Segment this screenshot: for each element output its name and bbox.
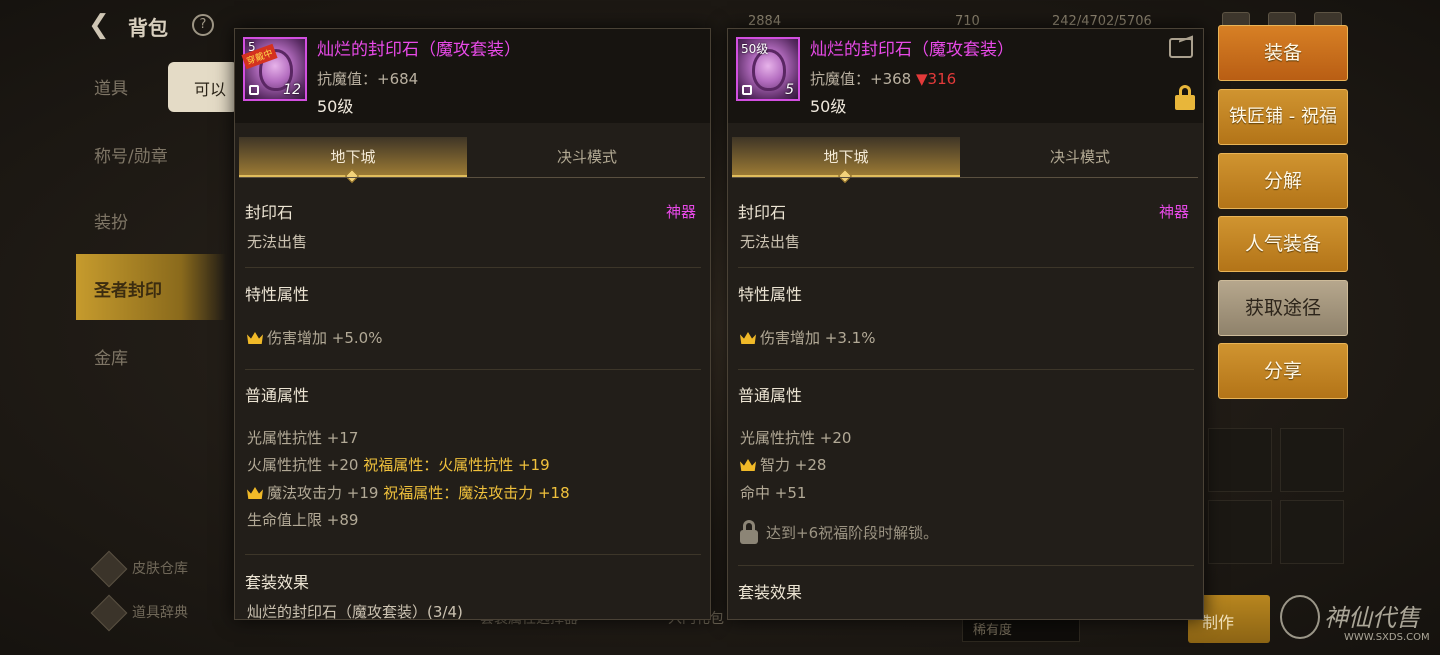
item-name: 灿烂的封印石（魔攻套装） [317, 40, 521, 60]
divider [245, 267, 701, 268]
disassemble-button[interactable]: 分解 [1218, 153, 1348, 209]
side-item-vault[interactable]: 金库 [76, 322, 226, 388]
divider [738, 369, 1194, 370]
share-button[interactable]: 分享 [1218, 343, 1348, 399]
divider [239, 177, 705, 178]
item-level: 50级 [317, 97, 354, 116]
help-icon[interactable]: ? [192, 14, 214, 36]
skin-storage-link[interactable]: 皮肤仓库 [90, 550, 188, 588]
item-type: 封印石 [738, 203, 787, 222]
book-icon [90, 594, 128, 632]
normal-title: 普通属性 [738, 386, 803, 405]
icon-level: 50级 [741, 42, 769, 56]
item-dictionary-link[interactable]: 道具辞典 [90, 594, 188, 632]
stat-diff: ▼316 [915, 70, 957, 88]
crown-icon [247, 487, 263, 499]
lock-icon [742, 85, 752, 95]
watermark-logo-icon [1280, 595, 1320, 639]
stat-row: 光属性抗性 +20 [740, 429, 852, 447]
diamond-icon [344, 168, 360, 184]
padlock-icon[interactable] [1175, 85, 1195, 111]
seal-stone-icon: 5 穿戴中 12 [241, 37, 307, 101]
trait-line: 伤害增加 +5.0% [247, 327, 382, 348]
back-arrow-icon[interactable]: ❮ [88, 10, 110, 40]
stat-line: 抗魔值：+684 [317, 70, 419, 88]
inventory-slot[interactable] [1280, 500, 1344, 564]
tab-dungeon[interactable]: 地下城 [732, 137, 960, 184]
currency-value: 2884 [748, 14, 782, 29]
divider [732, 177, 1198, 178]
lock-icon [249, 85, 259, 95]
trait-title: 特性属性 [245, 285, 310, 304]
item-type: 封印石 [245, 203, 294, 222]
stat-row: 火属性抗性 +20 祝福属性：火属性抗性 +19 [247, 456, 550, 474]
equip-button[interactable]: 装备 [1218, 25, 1348, 81]
stat-line: 抗魔值：+368 ▼316 [810, 70, 957, 88]
normal-title: 普通属性 [245, 386, 310, 405]
side-item-titles[interactable]: 称号/勋章 [76, 120, 226, 186]
tab-duel[interactable]: 决斗模式 [473, 137, 701, 177]
rarity-label: 神器 [1158, 203, 1189, 221]
tab-duel[interactable]: 决斗模式 [966, 137, 1194, 177]
icon-count: 5 [785, 82, 794, 98]
popular-gear-button[interactable]: 人气装备 [1218, 216, 1348, 272]
share-icon[interactable] [1169, 38, 1193, 58]
stat-row: 生命值上限 +89 [247, 511, 359, 529]
hint-bubble: 可以 [168, 62, 238, 112]
chest-icon [90, 550, 128, 588]
stat-row: 魔法攻击力 +19 祝福属性：魔法攻击力 +18 [247, 482, 570, 503]
stat-row: 命中 +51 [740, 484, 807, 502]
lock-icon [740, 520, 758, 544]
seal-stone-icon: 50级 5 [736, 37, 800, 101]
side-item-avatar[interactable]: 装扮 [76, 186, 226, 252]
stat-row: 智力 +28 [740, 454, 826, 475]
divider [245, 369, 701, 370]
obtain-route-button[interactable]: 获取途径 [1218, 280, 1348, 336]
set-line: 灿烂的封印石（魔攻套装）(3/4) [247, 603, 463, 620]
item-name: 灿烂的封印石（魔攻套装） [810, 40, 1014, 60]
item-level: 50级 [810, 97, 847, 116]
crown-icon [247, 332, 263, 344]
inventory-slot[interactable] [1208, 500, 1272, 564]
currency-value: 710 [955, 14, 980, 29]
icon-count: 12 [283, 82, 301, 98]
trait-title: 特性属性 [738, 285, 803, 304]
crown-icon [740, 332, 756, 344]
item-tooltip-equipped: 5 穿戴中 12 灿烂的封印石（魔攻套装） 抗魔值：+684 50级 地下城 决… [234, 28, 711, 620]
page-title: 背包 [128, 16, 168, 40]
trait-line: 伤害增加 +3.1% [740, 327, 875, 348]
side-item-seal[interactable]: 圣者封印 [76, 254, 226, 320]
stat-row: 光属性抗性 +17 [247, 429, 359, 447]
item-tooltip-compare: 50级 5 灿烂的封印石（魔攻套装） 抗魔值：+368 ▼316 50级 地下城… [727, 28, 1204, 620]
set-title: 套装效果 [245, 573, 310, 592]
tradable-note: 无法出售 [740, 233, 801, 251]
inventory-slot[interactable] [1280, 428, 1344, 492]
unlock-hint: 达到+6祝福阶段时解锁。 [740, 520, 938, 544]
tab-dungeon[interactable]: 地下城 [239, 137, 467, 184]
tradable-note: 无法出售 [247, 233, 308, 251]
watermark-url: WWW.SXDS.COM [1344, 632, 1430, 643]
divider [738, 267, 1194, 268]
set-title: 套装效果 [738, 583, 803, 602]
rarity-label: 神器 [665, 203, 696, 221]
currency-value: 242/4702/5706 [1052, 14, 1152, 29]
divider [245, 554, 701, 555]
diamond-icon [837, 168, 853, 184]
watermark-text: 神仙代售 [1324, 604, 1420, 632]
divider [738, 565, 1194, 566]
inventory-slot[interactable] [1208, 428, 1272, 492]
crown-icon [740, 459, 756, 471]
blacksmith-bless-button[interactable]: 铁匠铺 - 祝福 [1218, 89, 1348, 145]
